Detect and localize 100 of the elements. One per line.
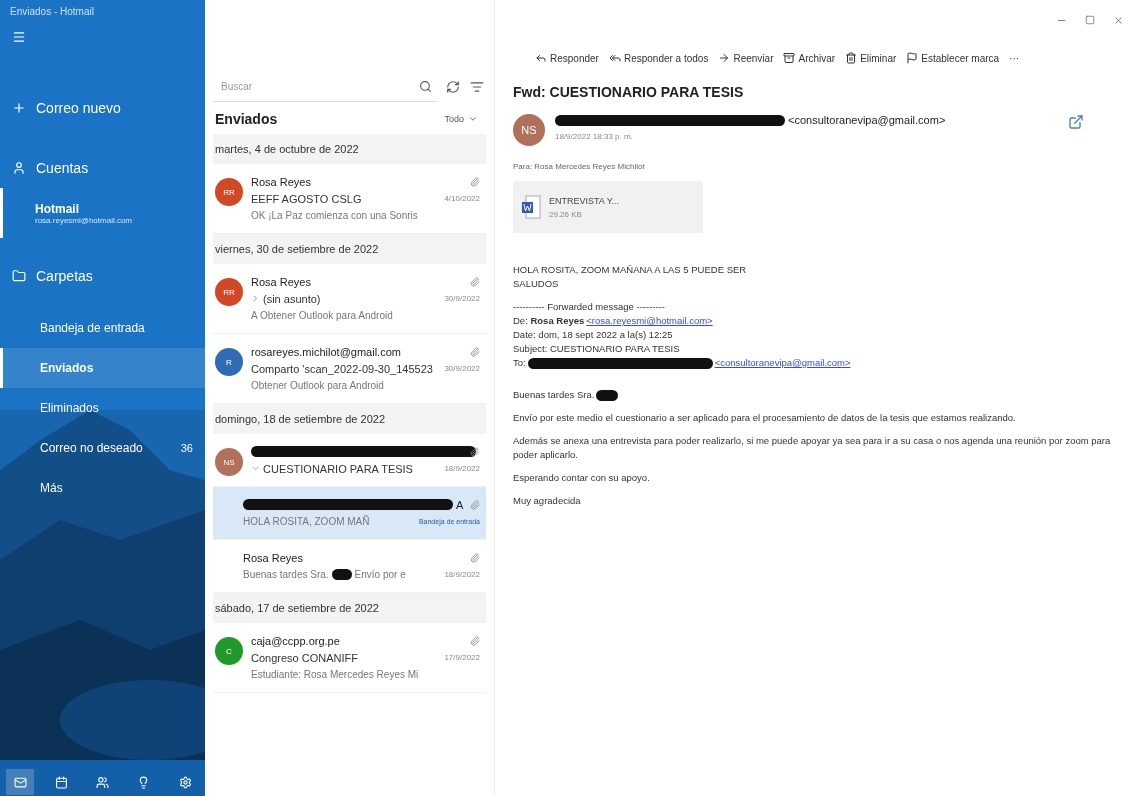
close-icon[interactable] <box>1113 14 1124 26</box>
folder-item[interactable]: Bandeja de entrada <box>0 308 205 348</box>
body-text: Muy agradecida <box>513 494 581 508</box>
date: 18/9/2022 <box>444 464 480 473</box>
avatar: RR <box>215 278 243 306</box>
date-header: martes, 4 de octubre de 2022 <box>213 134 486 164</box>
folder-item[interactable]: Más <box>0 468 205 508</box>
preview-text: HOLA ROSITA, ZOOM MAÑ <box>243 516 370 527</box>
subject: Comparto 'scan_2022-09-30_145523 <box>251 362 433 375</box>
body-text: Date: dom, 18 sept 2022 a la(s) 12:25 <box>513 328 673 342</box>
body-text: Subject: CUESTIONARIO PARA TESIS <box>513 342 680 356</box>
maximize-icon[interactable] <box>1085 15 1095 25</box>
body-text: ---------- Forwarded message --------- <box>513 300 665 314</box>
avatar: C <box>215 637 243 665</box>
date-header: sábado, 17 de setiembre de 2022 <box>213 593 486 623</box>
search-icon[interactable] <box>419 80 432 93</box>
account-name: Hotmail <box>35 201 80 216</box>
avatar: R <box>215 348 243 376</box>
account-item[interactable]: Hotmail rosa.reyesmi@hotmail.com <box>0 188 205 238</box>
sender-name: rosareyes.michilot@gmail.com <box>251 345 401 358</box>
paperclip-icon <box>470 176 480 187</box>
paperclip-icon <box>470 346 480 357</box>
toolbar-button[interactable]: Archivar <box>783 52 836 64</box>
archive-icon <box>783 52 796 64</box>
word-file-icon <box>521 195 541 219</box>
toolbar-button[interactable]: Responder <box>535 52 599 64</box>
preview-text: Obtener Outlook para Android <box>251 380 384 391</box>
preview-text: Estudiante: Rosa Mercedes Reyes Mi <box>251 669 419 680</box>
sender-name: A <box>456 498 464 511</box>
subject: Congreso CONANIFF <box>251 651 358 664</box>
filter-dropdown[interactable]: Todo <box>438 113 484 125</box>
section-header: Carpetas <box>36 268 93 284</box>
subject: (sin asunto) <box>263 292 321 305</box>
folder-item[interactable]: Eliminados <box>0 388 205 428</box>
sender-name: Rosa Reyes <box>243 551 303 564</box>
paperclip-icon <box>470 276 480 287</box>
date: 18/9/2022 <box>444 570 480 579</box>
sender-name: caja@ccpp.org.pe <box>251 634 340 647</box>
email-link[interactable]: <rosa.reyesmi@hotmail.com> <box>586 314 713 328</box>
body-text: To: <box>513 356 526 370</box>
preview-text: Envío por e <box>354 569 406 580</box>
sent-date: 18/9/2022 18:33 p. m. <box>555 132 634 141</box>
window-title: Enviados - Hotmail <box>9 5 95 19</box>
folder-title: Enviados <box>215 111 278 127</box>
mail-icon[interactable] <box>6 769 34 795</box>
body-text: Además se anexa una entrevista para poder realizarlo, si me puede apoyar ya sea para ir a su casa o nos agenda una reunión por zoom para poder aplicarlo. <box>513 434 1112 462</box>
avatar: NS <box>215 448 243 476</box>
attachment-card[interactable]: ENTREVISTA Y... 29.26 KB <box>513 181 703 233</box>
recipient-line: Para: Rosa Mercedes Reyes Michilot <box>513 162 646 171</box>
sender-address: <consultoranevipa@gmail.com> <box>788 114 946 126</box>
subject: CUESTIONARIO PARA TESIS <box>263 462 413 475</box>
search-field[interactable]: Buscar <box>213 72 438 102</box>
unread-count: 36 <box>180 442 193 454</box>
attachment-size: 29.26 KB <box>549 209 583 219</box>
new-mail-button[interactable]: Correo nuevo <box>0 88 205 128</box>
message-subject: Fwd: CUESTIONARIO PARA TESIS <box>513 84 745 100</box>
account-email: rosa.reyesmi@hotmail.com <box>35 215 134 225</box>
body-text: De: Rosa Reyes <box>513 314 585 328</box>
email-link[interactable]: <consultoranevipa@gmail.com> <box>714 356 851 370</box>
toolbar-button[interactable]: Eliminar <box>845 52 897 64</box>
sync-icon[interactable] <box>444 78 462 96</box>
body-text: HOLA ROSITA, ZOOM MAÑANA A LAS 5 PUEDE SER <box>513 263 747 277</box>
section-header: Cuentas <box>36 160 89 176</box>
folder-icon <box>12 269 26 283</box>
sender-name: Rosa Reyes <box>251 175 311 188</box>
body-text: Envío por este medio el cuestionario a ser aplicado para el procesamiento de datos de la tesis que estamos realizando. <box>513 411 1016 425</box>
redaction-bar <box>331 569 352 580</box>
trash-icon <box>845 52 858 64</box>
body-text: Esperando contar con su apoyo. <box>513 471 650 485</box>
body-text: Buenas tardes Sra. <box>513 388 595 402</box>
more-button[interactable]: ··· <box>1009 52 1020 64</box>
date-header: domingo, 18 de setiembre de 2022 <box>213 404 486 434</box>
chevron-icon[interactable] <box>251 464 260 473</box>
subject: EEFF AGOSTO CSLG <box>251 192 362 205</box>
menu-icon[interactable] <box>12 30 26 44</box>
paperclip-icon <box>470 446 480 457</box>
paperclip-icon <box>470 499 480 510</box>
toolbar-button[interactable]: Reenviar <box>718 52 774 64</box>
arrow-icon <box>718 52 731 64</box>
person-icon <box>12 161 26 175</box>
reply-icon <box>535 52 547 64</box>
date: 17/9/2022 <box>444 653 480 662</box>
flag-icon <box>906 52 919 64</box>
body-text: SALUDOS <box>513 277 559 291</box>
chevron-icon <box>468 114 478 124</box>
folder-item[interactable]: Enviados <box>0 348 205 388</box>
paperclip-icon <box>470 635 480 646</box>
redaction-bar <box>596 389 619 401</box>
date: 4/10/2022 <box>444 194 480 203</box>
toolbar-button[interactable]: Establecer marca <box>906 52 1000 64</box>
avatar: NS <box>513 114 545 146</box>
date: 30/9/2022 <box>444 364 480 373</box>
paperclip-icon <box>470 552 480 563</box>
toolbar-button[interactable]: Responder a todos <box>608 52 709 64</box>
date: 30/9/2022 <box>444 294 480 303</box>
date-header: viernes, 30 de setiembre de 2022 <box>213 234 486 264</box>
preview-text: A Obtener Outlook para Android <box>251 310 393 321</box>
plus-icon <box>12 101 26 115</box>
preview-text: OK ¡La Paz comienza con una Sonris <box>251 210 418 221</box>
window-arrow-icon[interactable] <box>1068 114 1084 130</box>
